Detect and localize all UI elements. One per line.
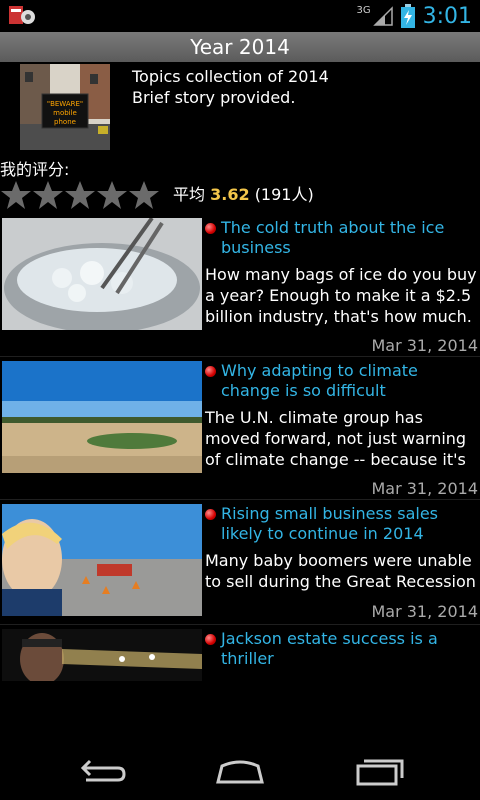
article-date: Mar 31, 2014 [371, 479, 478, 498]
average-rating: 平均 3.62 (191人) [173, 181, 314, 205]
star-icon[interactable] [64, 180, 96, 210]
article-image [2, 504, 202, 616]
article-summary: Many baby boomers were unable to sell du… [205, 551, 476, 591]
article-title[interactable]: Jackson estate success is a thriller [221, 629, 438, 668]
article-title-wrap[interactable]: The cold truth about the ice business [205, 218, 480, 258]
star-icon[interactable] [0, 180, 32, 210]
article-summary: How many bags of ice do you buy a year? … [205, 265, 477, 326]
topic-line-1: Topics collection of 2014 [132, 67, 329, 86]
average-label: 平均 [173, 185, 206, 204]
article-list[interactable]: The cold truth about the ice business Ho… [0, 214, 480, 685]
network-type-label: 3G [356, 4, 371, 16]
article-row[interactable]: The cold truth about the ice business Ho… [0, 214, 480, 357]
signal-icon [372, 6, 393, 26]
unread-dot-icon [205, 509, 216, 520]
article-text: Why adapting to climate change is so dif… [205, 361, 480, 470]
recents-icon[interactable] [350, 752, 410, 788]
unread-dot-icon [205, 366, 216, 377]
article-title-wrap[interactable]: Rising small business sales likely to co… [205, 504, 480, 544]
topic-line-2: Brief story provided. [132, 88, 296, 107]
battery-icon [400, 4, 415, 28]
article-date: Mar 31, 2014 [371, 336, 478, 355]
topic-description: Topics collection of 2014 Brief story pr… [132, 66, 329, 108]
article-text: Rising small business sales likely to co… [205, 504, 480, 592]
article-row[interactable]: Why adapting to climate change is so dif… [0, 357, 480, 500]
article-title-wrap[interactable]: Jackson estate success is a thriller [205, 629, 480, 669]
topic-thumbnail: "BEWARE" mobile phone [20, 64, 110, 150]
home-icon[interactable] [210, 752, 270, 788]
article-summary: The U.N. climate group has moved forward… [205, 408, 467, 469]
star-icon[interactable] [32, 180, 64, 210]
svg-text:phone: phone [54, 118, 76, 126]
article-text: Jackson estate success is a thriller [205, 629, 480, 669]
star-icon[interactable] [96, 180, 128, 210]
average-score: 3.62 [210, 185, 250, 204]
star-icon[interactable] [128, 180, 160, 210]
article-date: Mar 31, 2014 [371, 602, 478, 621]
article-text: The cold truth about the ice business Ho… [205, 218, 480, 327]
article-title[interactable]: Rising small business sales likely to co… [221, 504, 438, 543]
unread-dot-icon [205, 634, 216, 645]
page-title: Year 2014 [0, 32, 480, 62]
svg-text:mobile: mobile [53, 109, 77, 117]
article-row[interactable]: Jackson estate success is a thriller [0, 625, 480, 685]
unread-dot-icon [205, 223, 216, 234]
article-image [2, 218, 202, 330]
back-icon[interactable] [72, 752, 132, 788]
rating-count: (191人) [254, 185, 314, 204]
article-image [2, 361, 202, 473]
my-rating-label: 我的评分: [0, 160, 70, 179]
article-title[interactable]: The cold truth about the ice business [221, 218, 444, 257]
article-row[interactable]: Rising small business sales likely to co… [0, 500, 480, 625]
article-title[interactable]: Why adapting to climate change is so dif… [221, 361, 418, 400]
app-notification-icon [9, 6, 35, 24]
article-image [2, 629, 202, 681]
article-title-wrap[interactable]: Why adapting to climate change is so dif… [205, 361, 480, 401]
rating-bar[interactable] [0, 180, 160, 210]
status-bar: 3G 3:01 [0, 0, 480, 32]
svg-text:"BEWARE": "BEWARE" [47, 100, 83, 108]
clock: 3:01 [422, 3, 472, 29]
navigation-bar [0, 740, 480, 800]
